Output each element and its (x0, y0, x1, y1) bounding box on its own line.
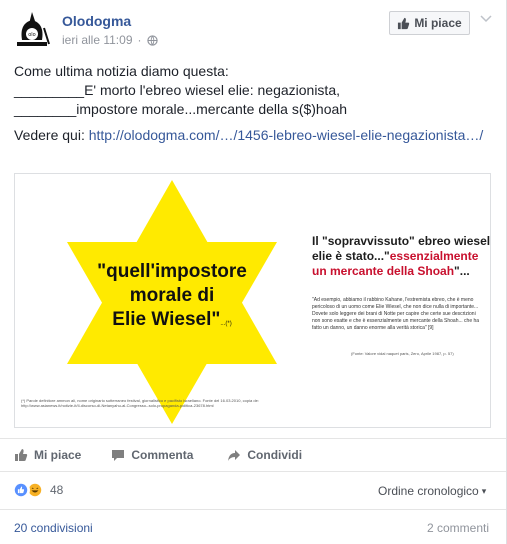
post-image[interactable]: "quell'impostore morale di Elie Wiesel".… (14, 173, 491, 428)
reaction-count: 48 (50, 483, 64, 497)
post-meta: ieri alle 11:09 · (62, 33, 158, 47)
post-text-line: Come ultima notizia diamo questa: (14, 63, 229, 79)
comment-icon (112, 450, 125, 461)
comment-order-dropdown[interactable]: Ordine cronologico ▾ (378, 484, 486, 498)
thumbs-up-icon (15, 449, 28, 461)
like-reaction-icon (12, 481, 30, 499)
image-footnote: (*) Parole definitore ammon ali, nome or… (21, 398, 259, 408)
post-link[interactable]: http://olodogma.com/…/1456-lebreo-wiesel… (89, 127, 484, 143)
chevron-down-icon[interactable] (479, 12, 493, 26)
meta-separator: · (137, 33, 142, 47)
post-text-line: _________E' morto l'ebreo wiesel elie: n… (14, 82, 340, 98)
shares-count[interactable]: 20 condivisioni (14, 521, 93, 535)
share-icon (228, 450, 241, 461)
thumbs-up-icon (398, 17, 410, 29)
comment-label: Commenta (131, 448, 194, 462)
reactions-summary[interactable]: 48 (12, 481, 63, 499)
like-button[interactable]: Mi piace (14, 448, 81, 462)
globe-icon[interactable] (146, 34, 158, 46)
link-prefix: Vedere qui: (14, 127, 89, 143)
divider (0, 438, 506, 439)
star-line: morale di (129, 285, 215, 306)
page-name[interactable]: Olodogma (62, 13, 131, 29)
share-label: Condividi (247, 448, 303, 462)
post-link-line: Vedere qui: http://olodogma.com/…/1456-l… (14, 126, 494, 145)
share-button[interactable]: Condividi (227, 448, 302, 462)
like-label: Mi piace (34, 448, 82, 462)
like-page-button[interactable]: Mi piace (389, 11, 470, 35)
comments-count[interactable]: 2 commenti (427, 521, 489, 535)
divider (0, 471, 506, 472)
svg-text:olo: olo (28, 32, 36, 38)
image-headline: Il "sopravvissuto" ebreo wiesel elie è s… (312, 234, 491, 278)
action-bar: Mi piace Commenta Condividi (14, 444, 302, 466)
comment-button[interactable]: Commenta (111, 448, 193, 462)
like-page-label: Mi piace (414, 16, 462, 30)
star-line: "quell'impostore (97, 261, 247, 282)
caret-down-icon: ▾ (481, 485, 487, 496)
post-timestamp[interactable]: ieri alle 11:09 (62, 33, 133, 47)
post-text: Come ultima notizia diamo questa: ______… (14, 62, 494, 119)
post-card: olo Olodogma ieri alle 11:09 · Mi piace … (0, 0, 507, 544)
page-avatar[interactable]: olo (12, 10, 52, 50)
divider (0, 509, 506, 510)
star-line: Elie Wiesel"...(*) (112, 309, 232, 330)
star-quote: "quell'impostore morale di Elie Wiesel".… (77, 260, 267, 336)
order-label: Ordine cronologico (378, 484, 479, 498)
post-text-line: ________impostore morale...mercante dell… (14, 101, 348, 117)
image-quote-body: "Ad esempio, abbiamo il rabbino Kahane, … (312, 297, 480, 331)
image-source: (Fonte: Valore vidal naquet paris, Zero,… (351, 351, 454, 356)
